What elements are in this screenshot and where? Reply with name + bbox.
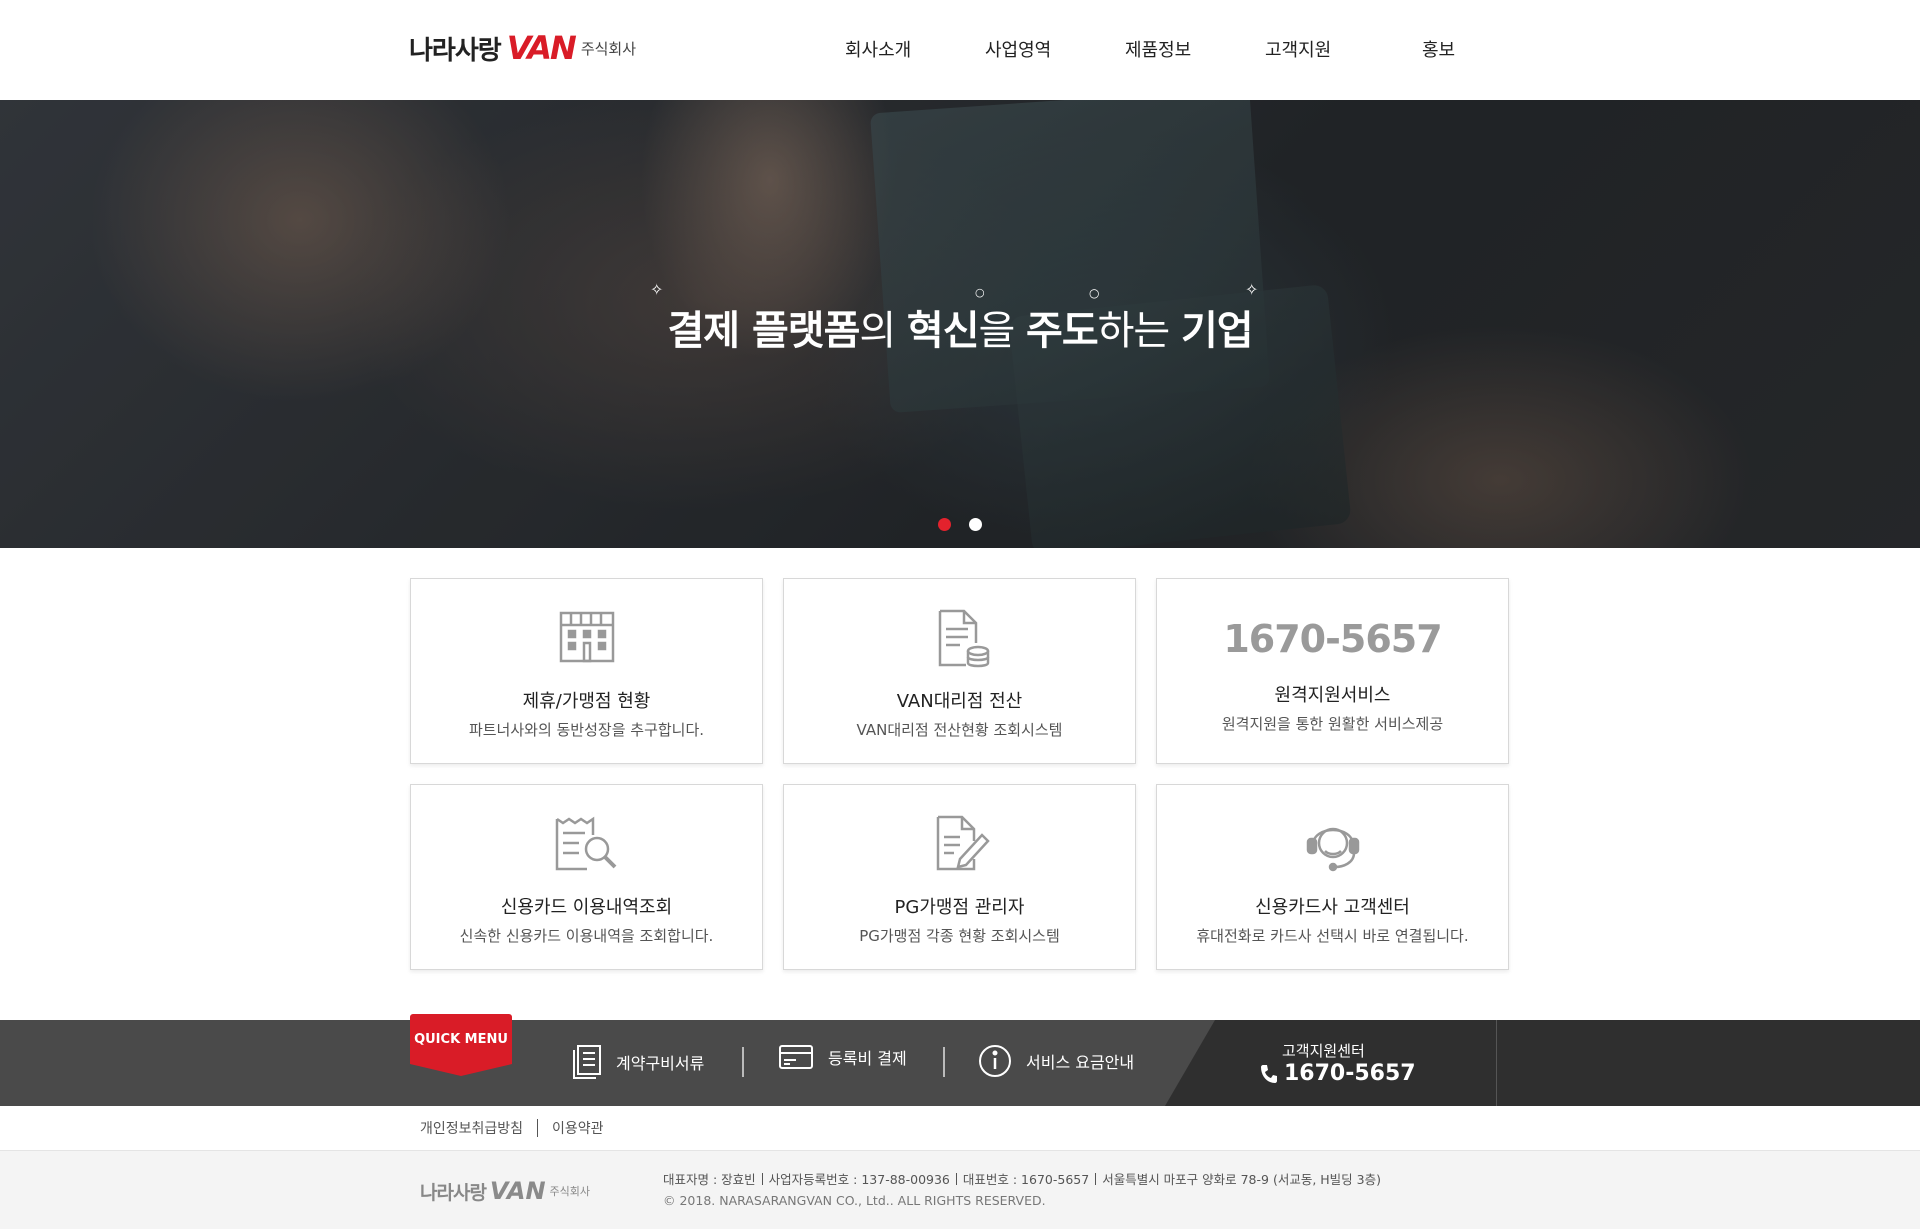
logo-korean-text: 나라사랑 <box>409 35 502 66</box>
footer-business-number: 사업자등록번호 : 137-88-00936 <box>768 1172 950 1187</box>
document-coins-icon <box>784 609 1135 669</box>
card-icon <box>779 1045 813 1069</box>
footer-company-info: 대표자명 : 장효빈 사업자등록번호 : 137-88-00936 대표번호 : 1… <box>663 1169 1381 1188</box>
card-pg-manager[interactable]: PG가맹점 관리자 PG가맹점 각종 현황 조회시스템 <box>783 784 1136 970</box>
site-logo[interactable]: 나라사랑 VAN 주식회사 <box>409 29 637 67</box>
privacy-policy-link[interactable]: 개인정보취급방침 <box>420 1118 523 1138</box>
document-list-icon <box>573 1045 601 1079</box>
footer-logo: 나라사랑 VAN 주식회사 <box>420 1177 590 1205</box>
card-credit-card-history[interactable]: 신용카드 이용내역조회 신속한 신용카드 이용내역을 조회합니다. <box>410 784 763 970</box>
customer-support-label: 고객지원센터 <box>1282 1042 1365 1060</box>
terms-link[interactable]: 이용약관 <box>552 1118 604 1138</box>
quick-item-registration-payment[interactable]: 등록비 결제 <box>778 1044 907 1070</box>
hero-title-part: 기업 <box>1180 308 1254 354</box>
info-icon <box>979 1045 1011 1077</box>
sparkle-icon: ✧ <box>1245 280 1259 299</box>
quick-item-service-fee[interactable]: 서비스 요금안내 <box>978 1044 1134 1078</box>
nav-item-pr[interactable]: 홍보 <box>1422 36 1455 62</box>
quick-menu-separator <box>943 1047 945 1077</box>
footer-address: 서울특별시 마포구 양화로 78-9 (서교동, H빌딩 3층) <box>1102 1172 1381 1187</box>
sparkle-icon: ✧ <box>650 280 664 299</box>
nav-item-company[interactable]: 회사소개 <box>845 36 911 62</box>
quick-item-label: 서비스 요금안내 <box>1026 1053 1135 1072</box>
hero-title-part: 을 <box>978 308 1027 354</box>
card-van-agency[interactable]: VAN대리점 전산 VAN대리점 전산현황 조회시스템 <box>783 578 1136 764</box>
nav-item-business[interactable]: 사업영역 <box>985 36 1051 62</box>
logo-corp-text: 주식회사 <box>580 39 637 58</box>
logo-van-text: VAN <box>506 29 577 67</box>
footer-links: 개인정보취급방침 이용약관 <box>420 1118 604 1138</box>
card-desc: VAN대리점 전산현황 조회시스템 <box>856 721 1063 739</box>
footer-copyright: © 2018. NARASARANGVAN CO., Ltd.. ALL RIG… <box>663 1193 1046 1208</box>
store-icon <box>411 609 762 665</box>
document-edit-icon <box>784 815 1135 873</box>
hero-title-part: 주도 <box>1026 308 1099 354</box>
card-title: PG가맹점 관리자 <box>894 897 1025 918</box>
card-remote-support[interactable]: 1670-5657 원격지원서비스 원격지원을 통한 원활한 서비스제공 <box>1156 578 1509 764</box>
card-title: 제휴/가맹점 현황 <box>522 691 651 712</box>
card-title: 신용카드사 고객센터 <box>1255 897 1410 918</box>
footer-logo-korean: 나라사랑 <box>420 1181 487 1204</box>
quick-item-label: 계약구비서류 <box>616 1054 705 1073</box>
hero-title-part: 혁신 <box>906 308 980 354</box>
footer-logo-van: VAN <box>489 1177 546 1205</box>
hero-title-part: 의 <box>859 308 907 354</box>
customer-support-center[interactable]: 고객지원센터 1670-5657 <box>1260 1040 1416 1086</box>
slider-dot-1[interactable] <box>938 518 951 531</box>
site-footer: 나라사랑 VAN 주식회사 대표자명 : 장효빈 사업자등록번호 : 137-88… <box>0 1150 1920 1229</box>
card-card-company-center[interactable]: 신용카드사 고객센터 휴대전화로 카드사 선택시 바로 연결됩니다. <box>1156 784 1509 970</box>
card-desc: 신속한 신용카드 이용내역을 조회합니다. <box>459 927 714 945</box>
footer-ceo: 대표자명 : 장효빈 <box>663 1172 756 1187</box>
hero-title: 결제 플랫폼의 혁신을 주도하는 기업 <box>0 298 1920 356</box>
slider-dots <box>938 518 982 531</box>
quick-menu-separator <box>742 1047 744 1077</box>
nav-item-support[interactable]: 고객지원 <box>1265 36 1331 62</box>
footer-logo-corp: 주식회사 <box>549 1185 591 1198</box>
card-title: VAN대리점 전산 <box>896 691 1023 712</box>
quick-item-contract-docs[interactable]: 계약구비서류 <box>572 1044 704 1080</box>
site-header: 나라사랑 VAN 주식회사 회사소개 사업영역 제품정보 고객지원 홍보 <box>0 0 1920 100</box>
quick-menu-divider <box>1496 1020 1497 1106</box>
hero-banner: ✧ ○ ○ ✧ 결제 플랫폼의 혁신을 주도하는 기업 <box>0 100 1920 548</box>
slider-dot-2[interactable] <box>969 518 982 531</box>
customer-support-phone: 1670-5657 <box>1284 1061 1416 1086</box>
card-desc: 휴대전화로 카드사 선택시 바로 연결됩니다. <box>1196 927 1469 945</box>
headset-agent-icon <box>1157 815 1508 875</box>
receipt-search-icon <box>411 815 762 873</box>
card-title: 원격지원서비스 <box>1274 685 1391 706</box>
footer-main-phone: 대표번호 : 1670-5657 <box>962 1172 1090 1187</box>
quick-menu-bar <box>0 1020 1920 1106</box>
remote-support-phone: 1670-5657 <box>1223 617 1442 661</box>
phone-icon <box>1261 1064 1277 1083</box>
card-desc: PG가맹점 각종 현황 조회시스템 <box>859 927 1060 945</box>
hero-title-part: 하는 <box>1097 308 1181 354</box>
quick-menu-tag: QUICK MENU <box>410 1014 512 1076</box>
card-desc: 파트너사와의 동반성장을 추구합니다. <box>468 721 705 739</box>
footer-link-separator <box>537 1119 539 1137</box>
quick-item-label: 등록비 결제 <box>828 1049 907 1068</box>
customer-support-phone-row: 1670-5657 <box>1260 1061 1416 1086</box>
card-desc: 원격지원을 통한 원활한 서비스제공 <box>1221 715 1444 733</box>
card-title: 신용카드 이용내역조회 <box>500 897 673 918</box>
nav-item-products[interactable]: 제품정보 <box>1125 36 1191 62</box>
card-affiliate-status[interactable]: 제휴/가맹점 현황 파트너사와의 동반성장을 추구합니다. <box>410 578 763 764</box>
hero-title-part: 결제 플랫폼 <box>667 308 860 354</box>
